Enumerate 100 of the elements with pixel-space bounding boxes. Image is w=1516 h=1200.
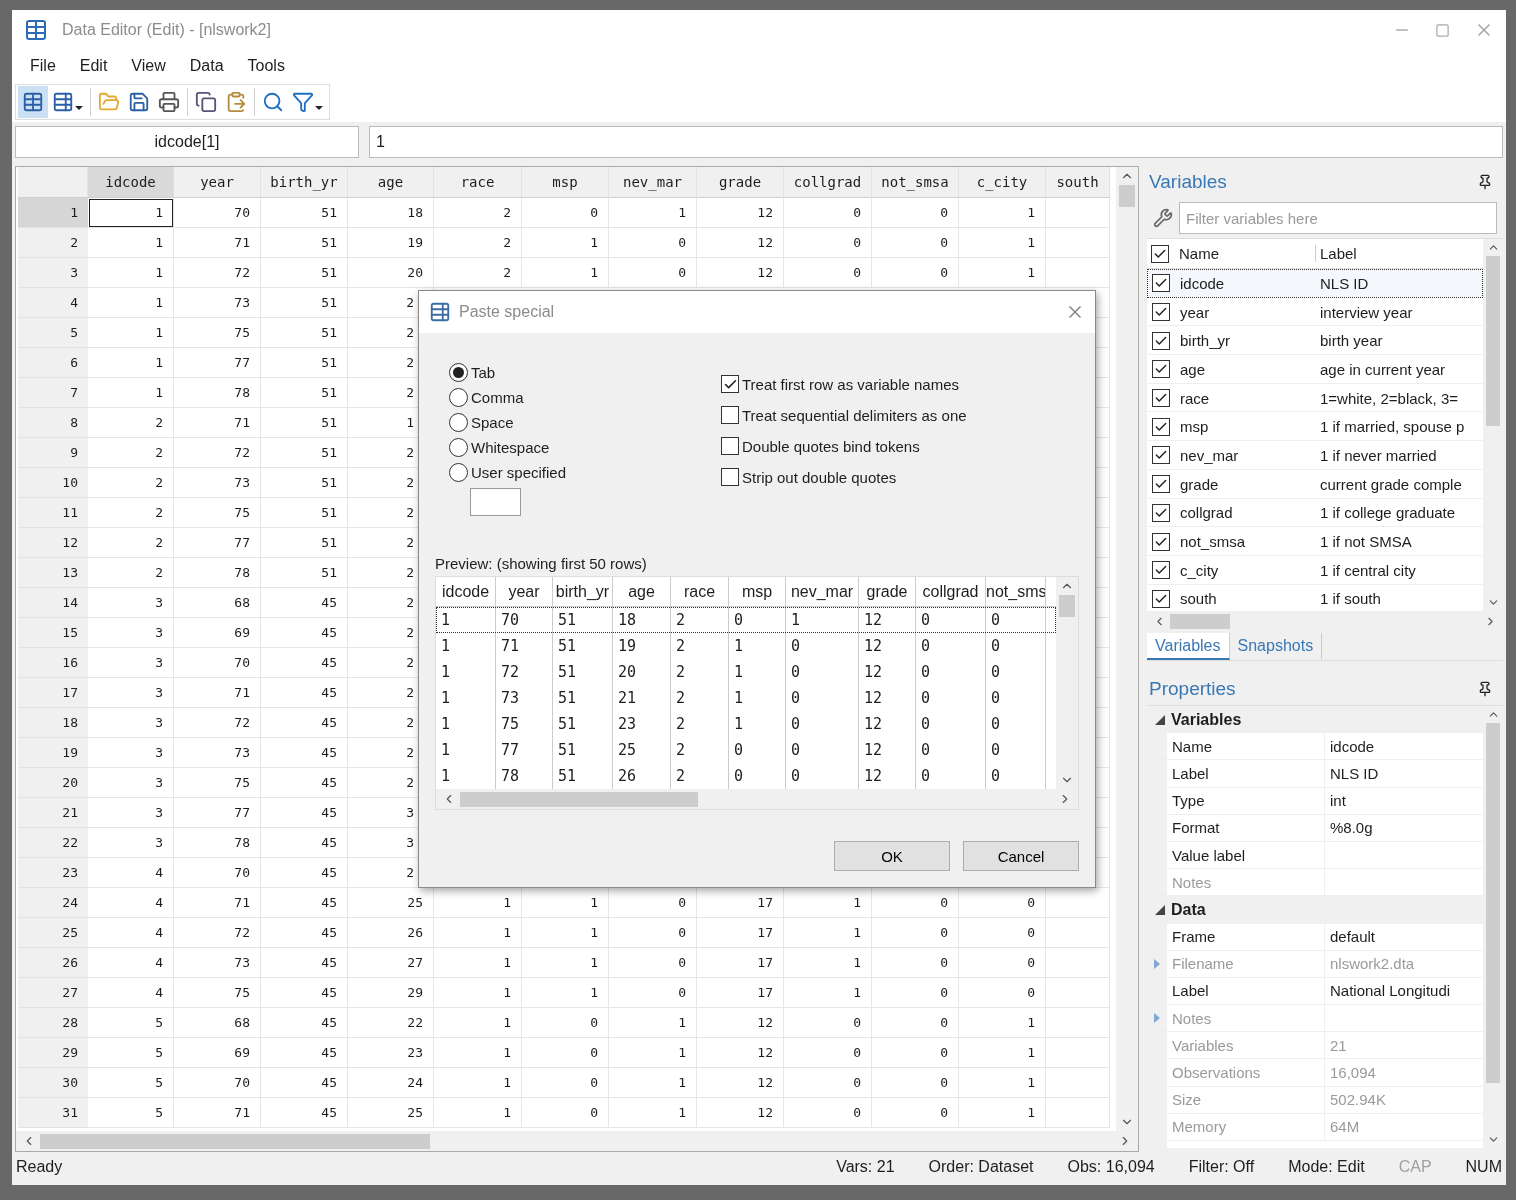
column-header[interactable]: south	[1046, 167, 1110, 198]
row-number[interactable]: 4	[18, 288, 88, 318]
vertical-scrollbar[interactable]	[1483, 706, 1503, 1148]
filter-field[interactable]: Filter variables here	[1179, 202, 1497, 234]
menu-item[interactable]: Tools	[235, 57, 297, 75]
variable-row[interactable]: birth_yr birth year	[1147, 326, 1483, 356]
pane-tab[interactable]: Variables	[1147, 633, 1230, 660]
column-header[interactable]: birth_yr	[261, 167, 348, 198]
vertical-scrollbar[interactable]	[1056, 577, 1078, 789]
row-number[interactable]: 12	[18, 528, 88, 558]
cell-value-field[interactable]: 1	[369, 126, 1503, 158]
checkbox[interactable]	[1152, 561, 1170, 580]
scroll-thumb[interactable]	[1170, 613, 1230, 629]
row-number[interactable]: 21	[18, 798, 88, 828]
radio-button[interactable]	[449, 413, 468, 432]
radio-button[interactable]	[449, 388, 468, 407]
row-number[interactable]: 5	[18, 318, 88, 348]
menu-item[interactable]: File	[18, 57, 68, 75]
checkbox[interactable]	[1152, 389, 1170, 408]
row-number[interactable]: 3	[18, 258, 88, 288]
property-row[interactable]: Frame default	[1147, 923, 1483, 951]
variable-row[interactable]: idcode NLS ID	[1147, 269, 1483, 298]
row-number[interactable]: 26	[18, 948, 88, 978]
row-number[interactable]: 27	[18, 978, 88, 1008]
checkbox[interactable]	[1152, 331, 1170, 350]
column-header[interactable]: Name	[1173, 245, 1315, 262]
row-number[interactable]: 17	[18, 678, 88, 708]
column-header[interactable]: collgrad	[784, 167, 872, 198]
column-header[interactable]: c_city	[959, 167, 1046, 198]
pin-icon[interactable]	[1477, 681, 1493, 697]
row-number[interactable]: 8	[18, 408, 88, 438]
row-number[interactable]: 25	[18, 918, 88, 948]
row-number[interactable]: 20	[18, 768, 88, 798]
pane-tab[interactable]: Snapshots	[1229, 633, 1323, 660]
checkbox[interactable]	[721, 437, 739, 455]
row-number[interactable]: 13	[18, 558, 88, 588]
row-number[interactable]: 9	[18, 438, 88, 468]
radio-button[interactable]	[449, 463, 468, 482]
variable-row[interactable]: grade current grade comple	[1147, 469, 1483, 499]
menu-item[interactable]: View	[119, 57, 178, 75]
wrench-icon[interactable]	[1153, 208, 1173, 228]
radio-button[interactable]	[449, 438, 468, 457]
column-header[interactable]: race	[434, 167, 522, 198]
row-number[interactable]: 11	[18, 498, 88, 528]
checkbox[interactable]	[721, 468, 739, 486]
checkbox[interactable]	[721, 375, 739, 393]
dialog-button[interactable]: Cancel	[963, 841, 1079, 871]
cell-name-field[interactable]: idcode[1]	[15, 126, 359, 158]
checkbox[interactable]	[1152, 446, 1170, 465]
column-header[interactable]: msp	[522, 167, 609, 198]
checkbox[interactable]	[1152, 360, 1170, 379]
menu-item[interactable]: Data	[177, 57, 236, 75]
variable-row[interactable]: nev_mar 1 if never married	[1147, 441, 1483, 470]
row-number[interactable]: 29	[18, 1038, 88, 1068]
variable-row[interactable]: collgrad 1 if college graduate	[1147, 498, 1483, 528]
property-row[interactable]: Label National Longitudi	[1147, 977, 1483, 1006]
column-header[interactable]: year	[174, 167, 261, 198]
scroll-thumb[interactable]	[1486, 256, 1500, 426]
column-header[interactable]: grade	[697, 167, 784, 198]
horizontal-scrollbar[interactable]	[436, 789, 1078, 809]
scroll-thumb[interactable]	[1119, 185, 1135, 207]
row-number[interactable]: 2	[18, 228, 88, 258]
variable-row[interactable]: age age in current year	[1147, 355, 1483, 384]
row-number[interactable]: 22	[18, 828, 88, 858]
variable-row[interactable]: not_smsa 1 if not SMSA	[1147, 527, 1483, 556]
radio-button[interactable]	[449, 363, 468, 382]
checkbox[interactable]	[1152, 503, 1170, 522]
variable-row[interactable]: year interview year	[1147, 297, 1483, 327]
column-header[interactable]: idcode	[88, 167, 174, 198]
row-number[interactable]: 31	[18, 1098, 88, 1128]
horizontal-scrollbar[interactable]	[16, 1131, 1138, 1151]
row-number[interactable]: 28	[18, 1008, 88, 1038]
row-number[interactable]: 19	[18, 738, 88, 768]
row-number[interactable]: 10	[18, 468, 88, 498]
row-number[interactable]: 16	[18, 648, 88, 678]
variable-row[interactable]: msp 1 if married, spouse p	[1147, 412, 1483, 442]
variable-row[interactable]: race 1=white, 2=black, 3=	[1147, 383, 1483, 413]
checkbox[interactable]	[1152, 475, 1170, 494]
row-number[interactable]: 24	[18, 888, 88, 918]
row-number[interactable]: 6	[18, 348, 88, 378]
property-row[interactable]: Name idcode	[1147, 733, 1483, 761]
vertical-scrollbar[interactable]	[1116, 167, 1138, 1131]
checkbox[interactable]	[721, 406, 739, 424]
row-number[interactable]: 7	[18, 378, 88, 408]
property-row[interactable]: Value label	[1147, 841, 1483, 870]
variable-row[interactable]: c_city 1 if central city	[1147, 555, 1483, 585]
dialog-button[interactable]: OK	[834, 841, 950, 871]
column-header[interactable]: age	[348, 167, 434, 198]
menu-item[interactable]: Edit	[67, 57, 120, 75]
scroll-thumb[interactable]	[460, 791, 698, 807]
pin-icon[interactable]	[1477, 174, 1493, 190]
property-row[interactable]: Label NLS ID	[1147, 760, 1483, 788]
delimiter-input-field[interactable]	[470, 488, 521, 516]
toolbar-button[interactable]	[18, 86, 48, 118]
property-row[interactable]: Type int	[1147, 787, 1483, 815]
scroll-thumb[interactable]	[1486, 723, 1500, 1083]
checkbox[interactable]	[1152, 274, 1170, 293]
row-number[interactable]: 15	[18, 618, 88, 648]
vertical-scrollbar[interactable]	[1483, 239, 1503, 611]
checkbox[interactable]	[1152, 589, 1170, 608]
